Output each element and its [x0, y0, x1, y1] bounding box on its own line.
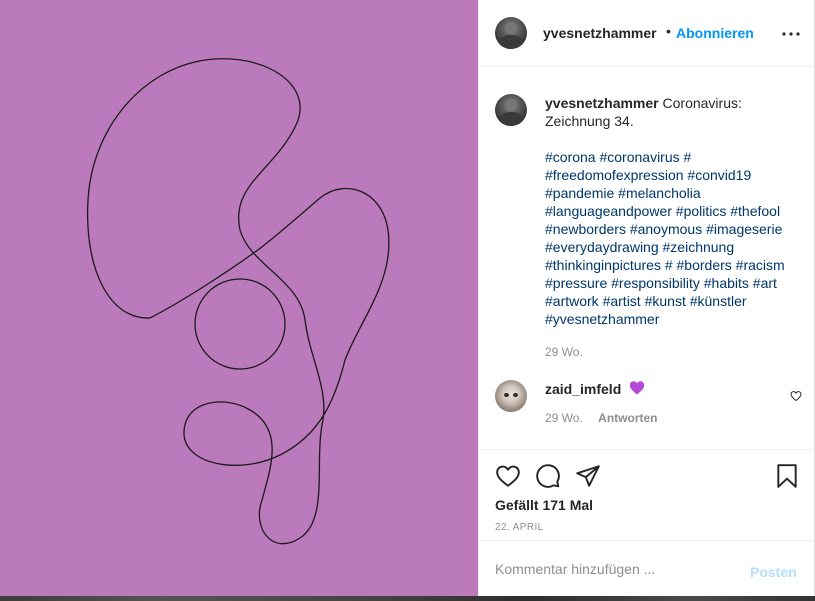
likes-count[interactable]: Gefällt 171 Mal — [495, 497, 593, 513]
comment-icon[interactable] — [535, 463, 561, 489]
separator-dot: • — [666, 23, 671, 39]
caption-text-line: yvesnetzhammer Coronavirus: Zeichnung 34… — [545, 94, 807, 130]
avatar-eye-shape — [504, 393, 509, 397]
comment-like-heart-icon[interactable] — [790, 390, 802, 402]
purple-heart-emoji — [629, 381, 645, 395]
post-date[interactable]: 22. APRIL — [495, 522, 544, 533]
comment-timestamp[interactable]: 29 Wo. — [545, 411, 583, 425]
post-caption: yvesnetzhammer Coronavirus: Zeichnung 34… — [545, 94, 807, 361]
avatar-body-shape — [499, 35, 523, 49]
follow-button[interactable]: Abonnieren — [676, 25, 754, 41]
heart-icon[interactable] — [495, 463, 521, 489]
background-strip — [0, 596, 815, 601]
caption-username[interactable]: yvesnetzhammer — [545, 95, 659, 111]
avatar-body-shape — [499, 112, 523, 126]
bookmark-icon[interactable] — [774, 463, 800, 489]
line-drawing-artwork — [86, 58, 390, 545]
comment-input[interactable] — [495, 558, 735, 580]
author-avatar[interactable] — [495, 17, 527, 49]
author-username[interactable]: yvesnetzhammer — [543, 25, 657, 41]
caption-hashtags[interactable]: #corona #coronavirus # #freedomofexpress… — [545, 148, 807, 328]
post-panel: yvesnetzhammer • Abonnieren yvesnetzhamm… — [478, 0, 815, 596]
post-header: yvesnetzhammer • Abonnieren — [479, 0, 814, 67]
post-image[interactable] — [0, 0, 478, 601]
comment-item: zaid_imfeld — [545, 380, 807, 398]
commenter-username[interactable]: zaid_imfeld — [545, 381, 621, 397]
caption-avatar[interactable] — [495, 94, 527, 126]
add-comment-bar: Posten — [479, 540, 814, 597]
avatar-eye-shape — [513, 393, 518, 397]
avatar-head-shape — [505, 99, 517, 111]
post-comment-button[interactable]: Posten — [750, 564, 797, 580]
share-icon[interactable] — [575, 463, 601, 489]
caption-timestamp[interactable]: 29 Wo. — [545, 343, 807, 361]
comment-meta: 29 Wo. Antworten — [545, 411, 657, 425]
more-horizontal-icon[interactable] — [779, 22, 803, 46]
avatar-head-shape — [505, 22, 517, 34]
commenter-avatar[interactable] — [495, 380, 527, 412]
reply-button[interactable]: Antworten — [598, 411, 657, 425]
